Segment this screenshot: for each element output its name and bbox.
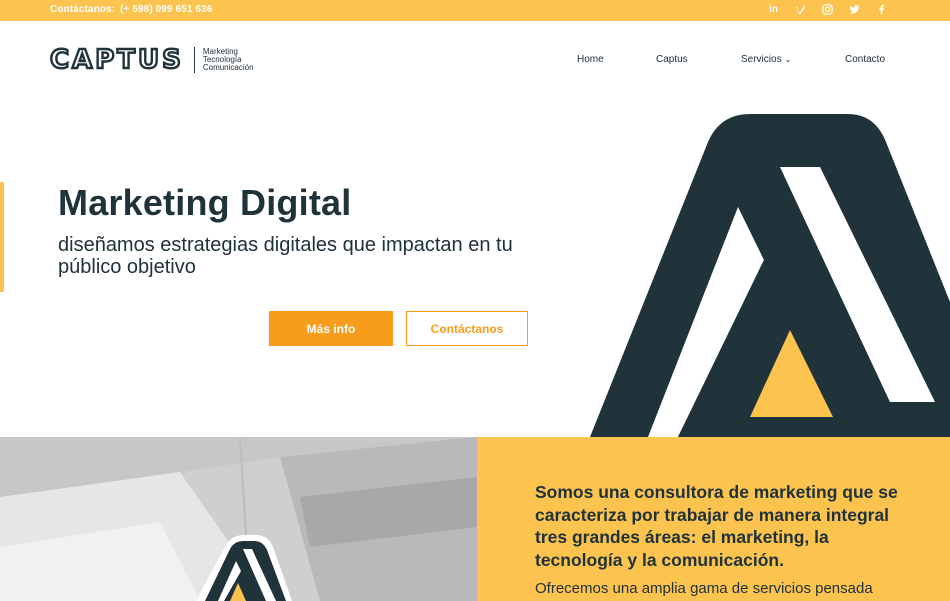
brand-logo-graphic — [590, 114, 950, 437]
contact-label: Contáctanos: — [50, 4, 116, 15]
linkedin-icon[interactable]: in — [760, 3, 787, 17]
top-bar: Contáctanos: (+ 598) 099 651 636 in — [0, 0, 950, 21]
hero-title: Marketing Digital — [58, 182, 352, 223]
hero-accent-bar — [0, 182, 4, 292]
topbar-contact: Contáctanos: (+ 598) 099 651 636 — [50, 4, 212, 15]
vimeo-icon[interactable] — [787, 3, 814, 17]
about-title: Somos una consultora de marketing que se… — [535, 482, 898, 570]
architecture-image — [0, 437, 477, 601]
nav-captus[interactable]: Captus — [656, 54, 688, 65]
nav-home[interactable]: Home — [577, 54, 604, 65]
about-text: Ofrecemos una amplia gama de servicios p… — [535, 580, 873, 597]
social-links: in — [760, 3, 895, 17]
logo-tagline: Marketing Tecnología Comunicación — [203, 48, 254, 72]
contact-button[interactable]: Contáctanos — [406, 311, 528, 346]
phone-number[interactable]: (+ 598) 099 651 636 — [120, 4, 212, 15]
mas-info-button[interactable]: Más info — [269, 311, 393, 346]
site-header: CAPTUS Marketing Tecnología Comunicación… — [0, 21, 950, 101]
nav-servicios[interactable]: Servicios ⌄ — [741, 54, 791, 65]
architecture-photo — [0, 437, 477, 601]
nav-contacto[interactable]: Contacto — [845, 54, 885, 65]
hero-subtitle: diseñamos estrategias digitales que impa… — [58, 234, 513, 278]
twitter-icon[interactable] — [841, 3, 868, 17]
tagline-line: Comunicación — [202, 63, 254, 72]
instagram-icon[interactable] — [814, 3, 841, 17]
about-section: Somos una consultora de marketing que se… — [477, 437, 950, 601]
facebook-icon[interactable] — [868, 3, 895, 17]
captus-logo[interactable]: CAPTUS Marketing Tecnología Comunicación — [49, 44, 254, 76]
nav-servicios-label: Servicios — [741, 54, 782, 65]
logo-wordmark: CAPTUS — [49, 44, 184, 76]
chevron-down-icon: ⌄ — [784, 55, 792, 64]
logo-divider — [193, 47, 195, 73]
